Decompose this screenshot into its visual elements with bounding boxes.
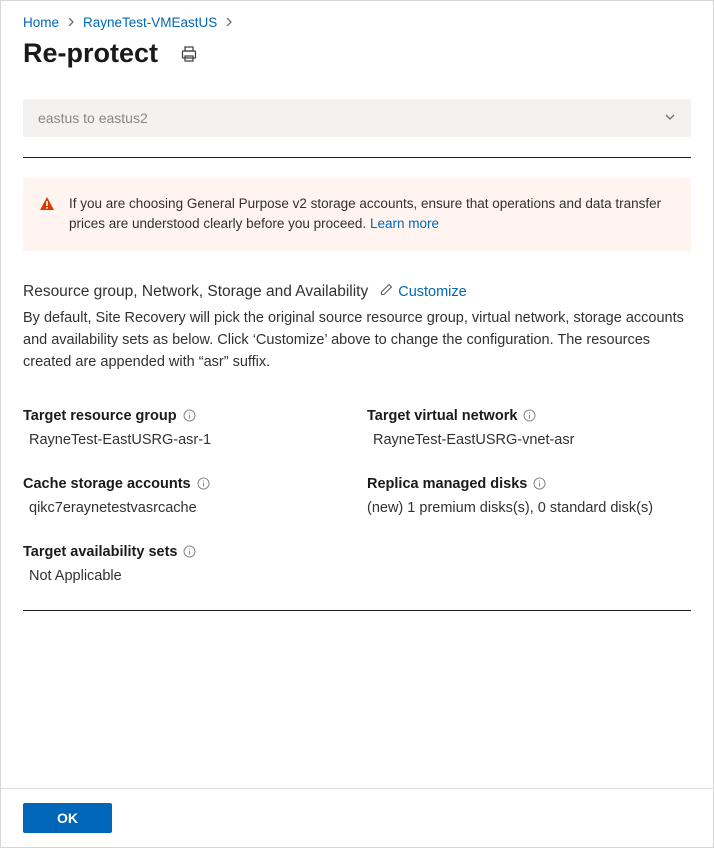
field-label: Replica managed disks bbox=[367, 476, 527, 492]
breadcrumb-home[interactable]: Home bbox=[23, 15, 59, 30]
chevron-down-icon bbox=[664, 110, 676, 126]
customize-label: Customize bbox=[398, 284, 467, 300]
field-label: Target virtual network bbox=[367, 408, 517, 424]
info-icon[interactable] bbox=[523, 409, 536, 422]
field-value: (new) 1 premium disks(s), 0 standard dis… bbox=[367, 500, 691, 516]
footer-bar: OK bbox=[1, 788, 713, 847]
breadcrumb-item-vm[interactable]: RayneTest-VMEastUS bbox=[83, 15, 217, 30]
warning-icon bbox=[39, 196, 55, 235]
ok-button[interactable]: OK bbox=[23, 803, 112, 833]
warning-text: If you are choosing General Purpose v2 s… bbox=[69, 196, 661, 231]
customize-button[interactable]: Customize bbox=[380, 283, 467, 300]
print-icon[interactable] bbox=[178, 43, 200, 65]
info-icon[interactable] bbox=[183, 409, 196, 422]
field-target-virtual-network: Target virtual network RayneTest-EastUSR… bbox=[367, 408, 691, 448]
info-icon[interactable] bbox=[533, 477, 546, 490]
field-value: RayneTest-EastUSRG-vnet-asr bbox=[367, 432, 691, 448]
chevron-right-icon bbox=[67, 17, 75, 29]
field-target-resource-group: Target resource group RayneTest-EastUSRG… bbox=[23, 408, 347, 448]
breadcrumb: Home RayneTest-VMEastUS bbox=[23, 15, 691, 30]
field-label: Target availability sets bbox=[23, 544, 177, 560]
field-replica-managed-disks: Replica managed disks (new) 1 premium di… bbox=[367, 476, 691, 516]
page-title: Re-protect bbox=[23, 38, 158, 69]
region-select[interactable]: eastus to eastus2 bbox=[23, 99, 691, 137]
chevron-right-icon bbox=[225, 17, 233, 29]
field-target-availability-sets: Target availability sets Not Applicable bbox=[23, 544, 347, 584]
section-title: Resource group, Network, Storage and Ava… bbox=[23, 283, 368, 301]
divider bbox=[23, 610, 691, 611]
region-select-value: eastus to eastus2 bbox=[38, 110, 148, 126]
divider bbox=[23, 157, 691, 158]
warning-learn-more-link[interactable]: Learn more bbox=[370, 216, 439, 231]
field-label: Target resource group bbox=[23, 408, 177, 424]
info-icon[interactable] bbox=[183, 545, 196, 558]
info-icon[interactable] bbox=[197, 477, 210, 490]
field-label: Cache storage accounts bbox=[23, 476, 191, 492]
field-value: qikc7eraynetestvasrcache bbox=[23, 500, 347, 516]
field-value: Not Applicable bbox=[23, 568, 347, 584]
warning-banner: If you are choosing General Purpose v2 s… bbox=[23, 178, 691, 251]
section-description: By default, Site Recovery will pick the … bbox=[23, 307, 691, 374]
pencil-icon bbox=[380, 283, 393, 300]
field-value: RayneTest-EastUSRG-asr-1 bbox=[23, 432, 347, 448]
field-cache-storage-accounts: Cache storage accounts qikc7eraynetestva… bbox=[23, 476, 347, 516]
